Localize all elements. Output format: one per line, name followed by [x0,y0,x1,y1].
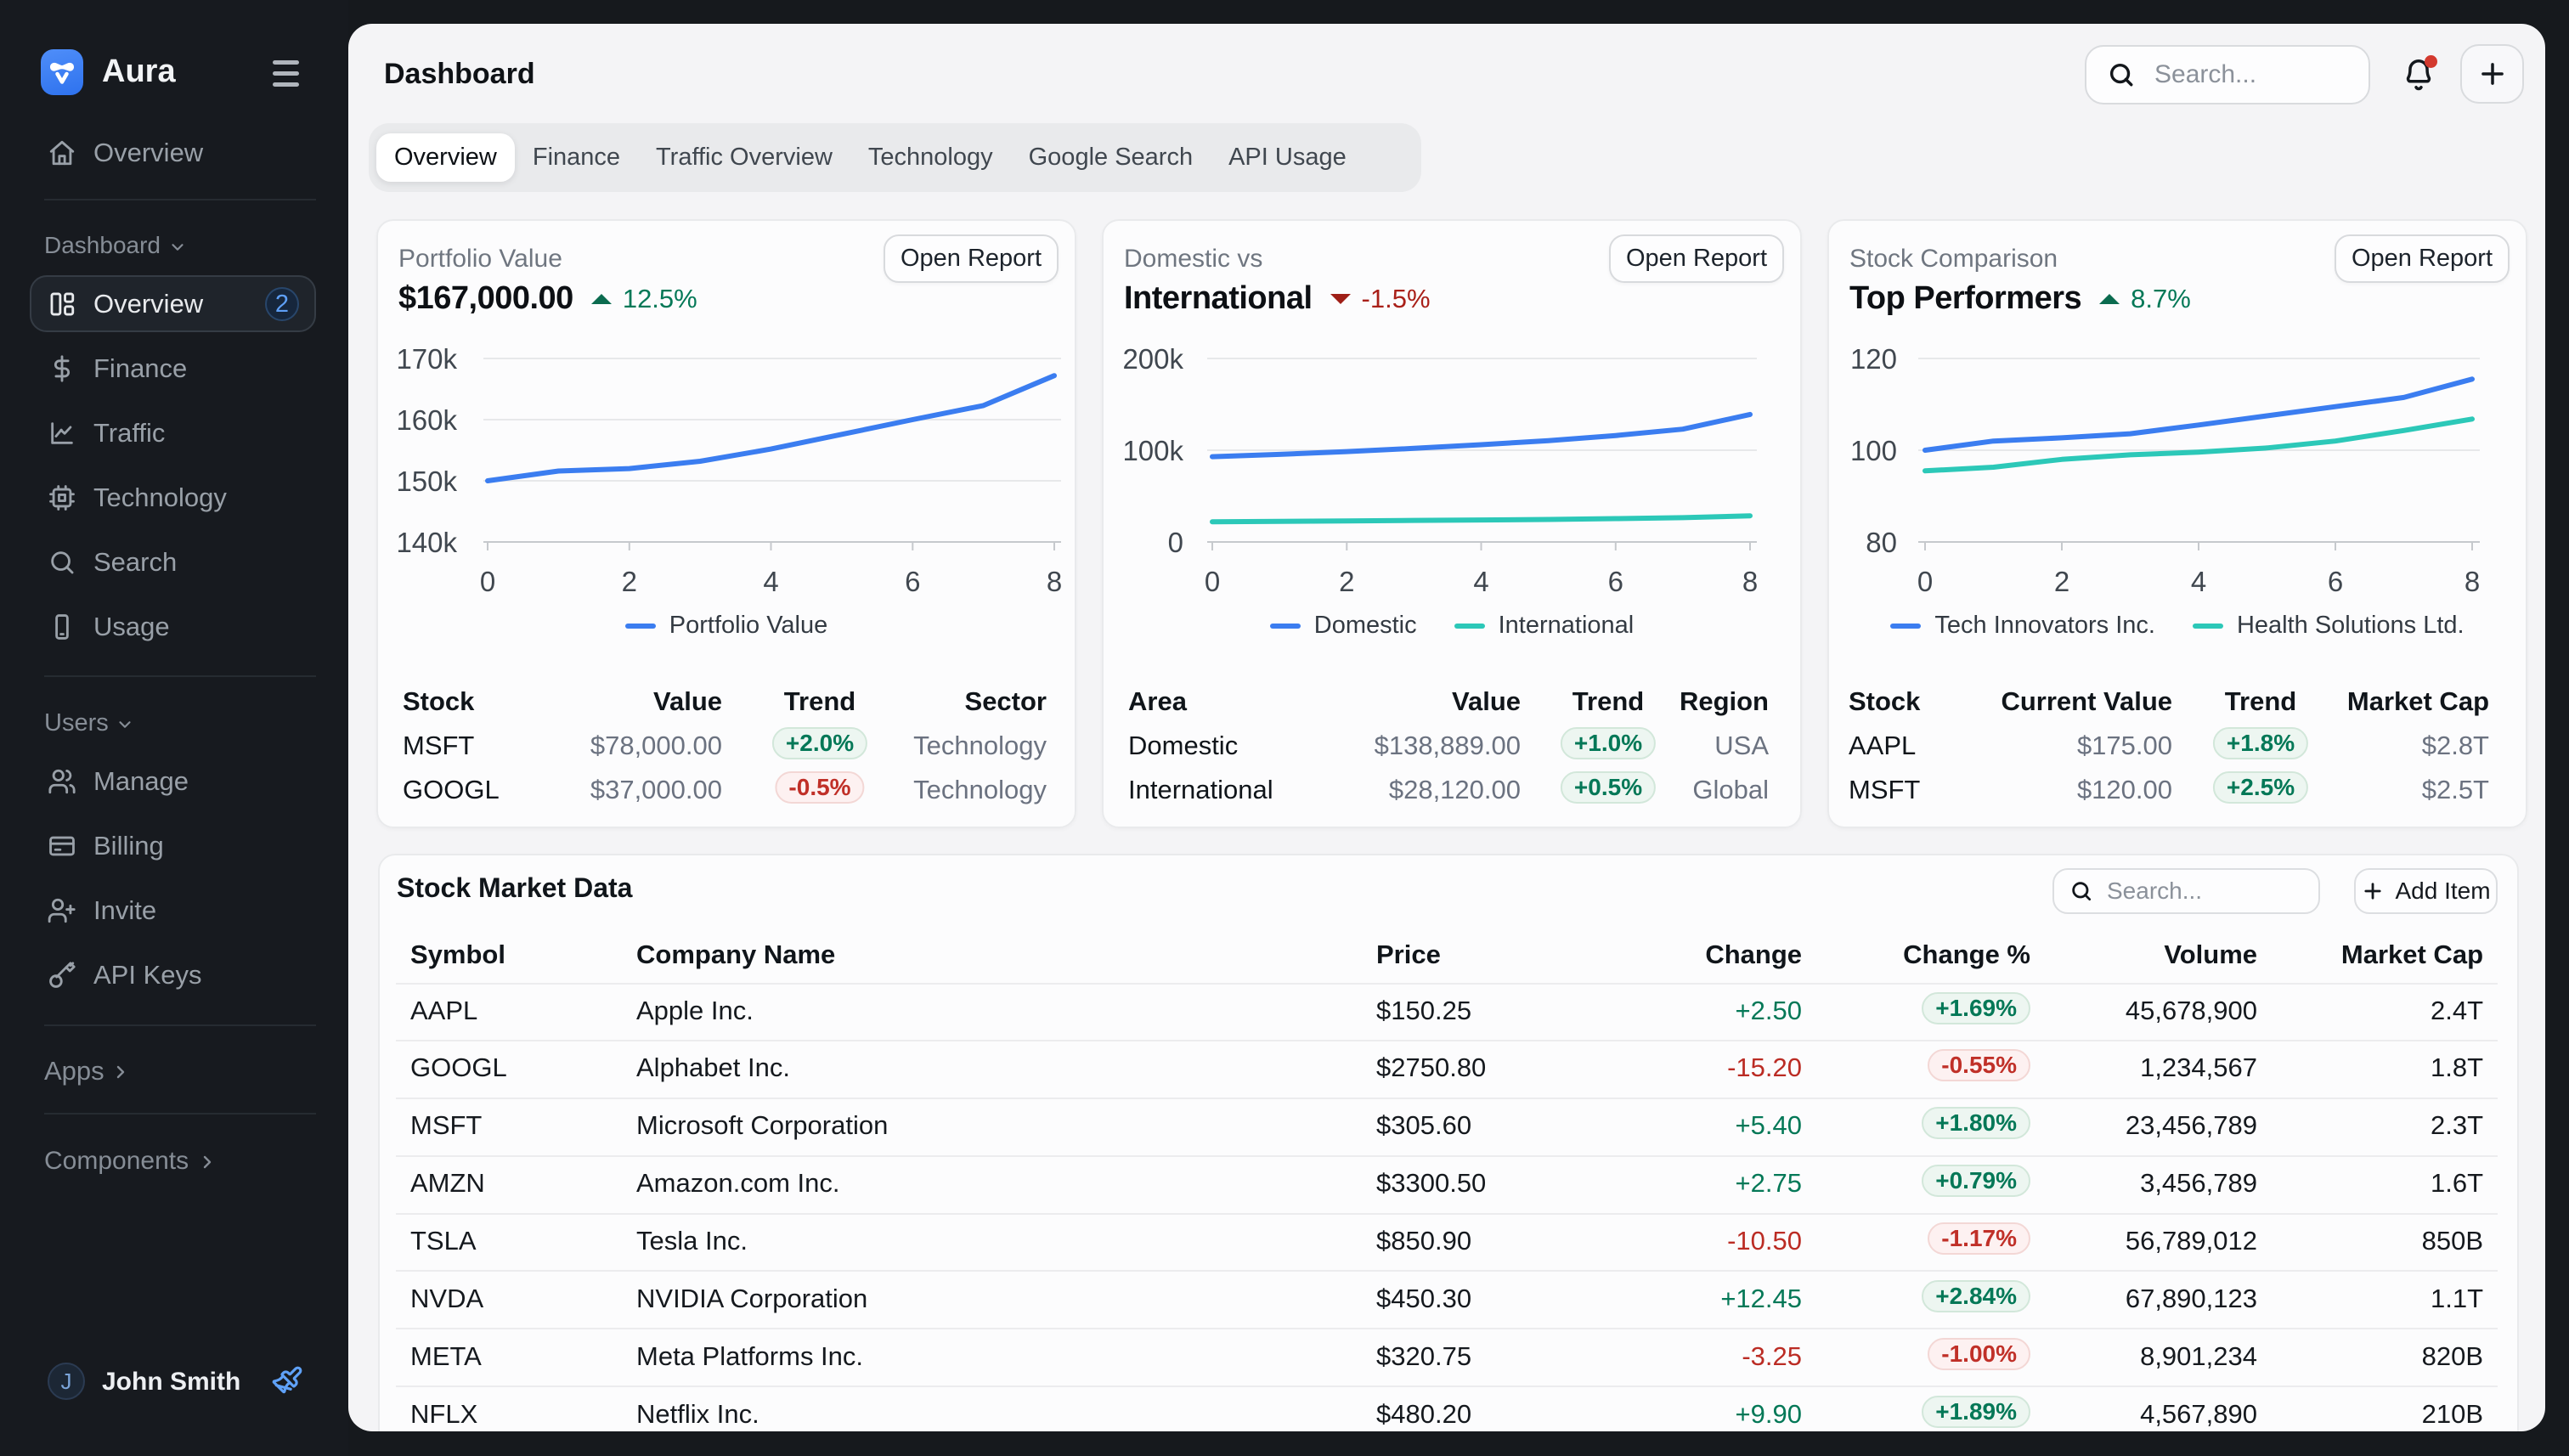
svg-text:0: 0 [1168,527,1183,558]
svg-text:4: 4 [1473,566,1488,597]
svg-text:6: 6 [905,566,920,597]
svg-text:2: 2 [622,566,637,597]
svg-text:100: 100 [1850,435,1897,466]
svg-text:2: 2 [2054,566,2069,597]
svg-text:8: 8 [1047,566,1062,597]
svg-text:8: 8 [1742,566,1758,597]
svg-text:8: 8 [2465,566,2480,597]
svg-text:140k: 140k [396,527,457,558]
svg-text:170k: 170k [396,343,457,375]
svg-text:6: 6 [2328,566,2343,597]
svg-text:2: 2 [1339,566,1354,597]
svg-text:4: 4 [2191,566,2206,597]
svg-text:100k: 100k [1122,435,1183,466]
svg-text:6: 6 [1608,566,1623,597]
svg-text:0: 0 [1917,566,1933,597]
svg-text:80: 80 [1866,527,1897,558]
svg-text:4: 4 [763,566,778,597]
svg-text:0: 0 [480,566,495,597]
svg-text:0: 0 [1205,566,1220,597]
svg-text:150k: 150k [396,466,457,497]
svg-text:200k: 200k [1122,343,1183,375]
svg-text:120: 120 [1850,343,1897,375]
svg-text:160k: 160k [396,404,457,436]
